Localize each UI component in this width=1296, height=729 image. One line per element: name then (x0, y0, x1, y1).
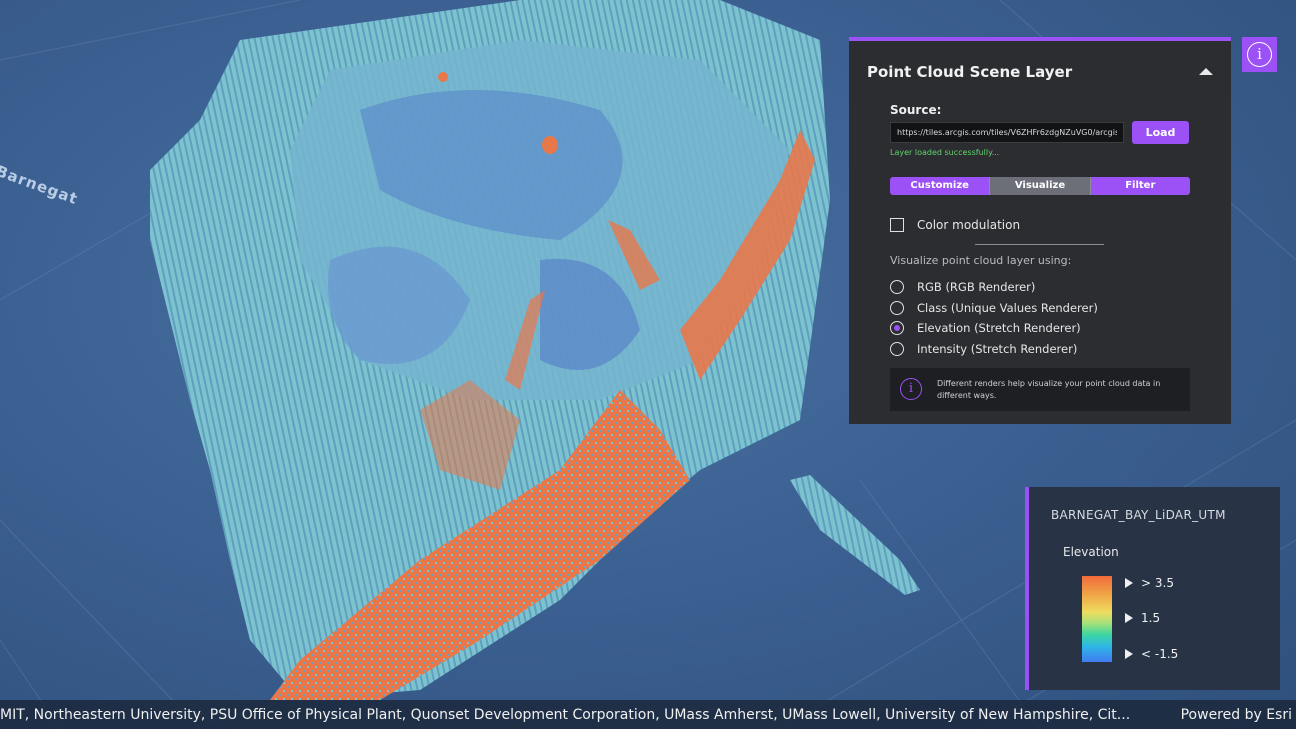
legend-stop-high: > 3.5 (1125, 576, 1174, 590)
triangle-marker-icon (1125, 578, 1133, 588)
attribution-bar[interactable]: MIT, Northeastern University, PSU Office… (0, 700, 1296, 729)
divider (975, 244, 1104, 245)
legend-field-label: Elevation (1063, 545, 1119, 559)
radio-elevation-renderer[interactable]: Elevation (Stretch Renderer) (890, 318, 1098, 339)
legend-stop-label: 1.5 (1141, 611, 1161, 625)
collapse-chevron-icon[interactable] (1199, 68, 1213, 75)
tab-customize[interactable]: Customize (890, 177, 990, 195)
legend-color-ramp (1082, 576, 1112, 662)
panel-title: Point Cloud Scene Layer (867, 63, 1073, 81)
radio-label: Intensity (Stretch Renderer) (917, 341, 1078, 356)
info-button[interactable]: i (1242, 37, 1277, 72)
legend-layer-title: BARNEGAT_BAY_LiDAR_UTM (1051, 508, 1226, 522)
note-text: Different renders help visualize your po… (937, 379, 1161, 400)
radio-button-selected[interactable] (890, 321, 904, 336)
tab-visualize[interactable]: Visualize (989, 177, 1091, 195)
triangle-marker-icon (1125, 649, 1133, 659)
radio-button[interactable] (890, 300, 904, 315)
powered-by-esri-link[interactable]: Powered by Esri (1181, 700, 1292, 729)
source-url-input[interactable] (890, 122, 1124, 143)
info-icon: i (900, 378, 922, 400)
radio-button[interactable] (890, 341, 904, 356)
renderer-radio-group: RGB (RGB Renderer) Class (Unique Values … (890, 277, 1098, 359)
source-label: Source: (890, 103, 942, 117)
radio-label: Class (Unique Values Renderer) (917, 300, 1098, 315)
legend-stop-mid: 1.5 (1125, 611, 1160, 625)
load-button[interactable]: Load (1132, 121, 1189, 144)
legend-stop-low: < -1.5 (1125, 647, 1178, 661)
radio-intensity-renderer[interactable]: Intensity (Stretch Renderer) (890, 339, 1098, 360)
color-modulation-checkbox[interactable]: Color modulation (890, 218, 1020, 232)
color-modulation-label: Color modulation (917, 218, 1021, 232)
legend-panel: BARNEGAT_BAY_LiDAR_UTM Elevation > 3.5 1… (1025, 487, 1280, 690)
load-status-text: Layer loaded successfully... (890, 148, 1000, 157)
renderer-info-note: i Different renders help visualize your … (890, 368, 1190, 411)
legend-stop-label: > 3.5 (1141, 576, 1174, 590)
radio-button[interactable] (890, 280, 904, 295)
radio-class-renderer[interactable]: Class (Unique Values Renderer) (890, 298, 1098, 319)
checkbox-box[interactable] (890, 218, 904, 232)
triangle-marker-icon (1125, 613, 1133, 623)
panel-tabs: Customize Visualize Filter (890, 177, 1190, 195)
radio-label: Elevation (Stretch Renderer) (917, 321, 1081, 336)
tab-filter[interactable]: Filter (1090, 177, 1190, 195)
attribution-text[interactable]: MIT, Northeastern University, PSU Office… (0, 700, 1166, 729)
visualize-using-label: Visualize point cloud layer using: (890, 254, 1072, 267)
point-cloud-panel: Point Cloud Scene Layer Source: Load Lay… (849, 37, 1231, 424)
radio-rgb-renderer[interactable]: RGB (RGB Renderer) (890, 277, 1098, 298)
legend-stop-label: < -1.5 (1141, 647, 1179, 661)
radio-label: RGB (RGB Renderer) (917, 280, 1036, 295)
info-icon: i (1247, 42, 1272, 67)
